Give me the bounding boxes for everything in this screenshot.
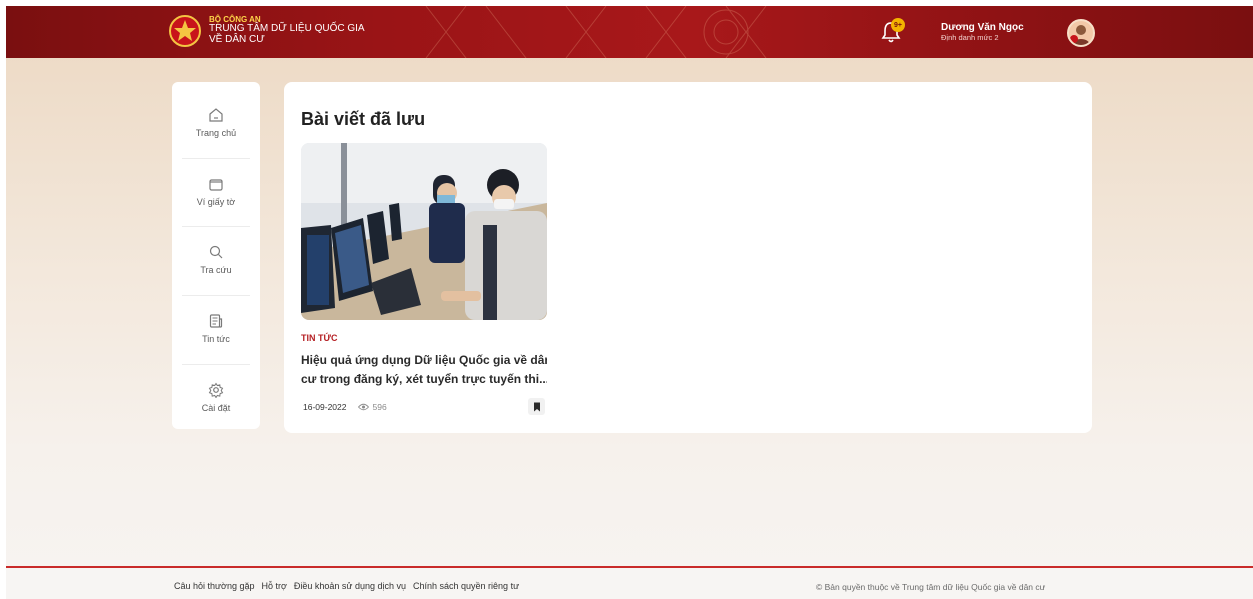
bookmark-button[interactable] xyxy=(528,398,545,415)
home-icon xyxy=(209,107,223,122)
divider xyxy=(182,364,250,365)
user-info[interactable]: Dương Văn Ngọc Định danh mức 2 xyxy=(941,22,1024,42)
bookmark-icon xyxy=(533,402,540,411)
notification-badge: 9+ xyxy=(891,18,905,32)
eye-icon xyxy=(358,403,370,411)
footer-links: Câu hỏi thường gặp Hỗ trợ Điều khoản sử … xyxy=(174,581,526,591)
sidebar-item-settings[interactable]: Cài đặt xyxy=(182,367,250,427)
page-title: Bài viết đã lưu xyxy=(301,109,426,129)
sidebar-item-label: Trang chủ xyxy=(195,127,237,138)
footer-link-privacy[interactable]: Chính sách quyền riêng tư xyxy=(413,581,519,591)
divider xyxy=(182,158,250,159)
article-category[interactable]: TIN TỨC xyxy=(301,333,337,343)
sidebar-item-lookup[interactable]: Tra cứu xyxy=(182,229,250,289)
article-title-line-1: Hiệu quả ứng dụng Dữ liệu Quốc gia về dâ… xyxy=(301,353,547,367)
article-thumbnail-image[interactable] xyxy=(301,143,547,320)
article-view-count: 596 xyxy=(372,402,387,412)
footer-link-faq[interactable]: Câu hỏi thường gặp xyxy=(174,581,254,591)
article-card[interactable]: TIN TỨC Hiệu quả ứng dụng Dữ liệu Quốc g… xyxy=(301,143,547,423)
sidebar-item-home[interactable]: Trang chủ xyxy=(182,92,250,152)
news-icon xyxy=(209,313,223,328)
top-header: BỘ CÔNG AN TRUNG TÂM DỮ LIỆU QUỐC GIA VỀ… xyxy=(6,6,1253,58)
sidebar-item-wallet[interactable]: Ví giấy tờ xyxy=(182,161,250,221)
brand-line-2: VỀ DÂN CƯ xyxy=(209,33,265,45)
sidebar-item-news[interactable]: Tin tức xyxy=(182,298,250,358)
app-frame: BỘ CÔNG AN TRUNG TÂM DỮ LIỆU QUỐC GIA VỀ… xyxy=(6,6,1253,599)
sidebar-item-label: Tra cứu xyxy=(200,264,232,275)
divider xyxy=(182,226,250,227)
article-date: 16-09-2022 xyxy=(303,402,347,412)
sidebar-item-label: Tin tức xyxy=(202,333,230,344)
wallet-icon xyxy=(209,178,223,191)
saved-articles-panel: Bài viết đã lưu TIN TỨC Hiệu quả ứng dụn… xyxy=(284,82,1092,433)
article-meta: 16-09-2022 596 xyxy=(303,402,387,412)
gear-icon xyxy=(208,382,224,398)
footer: Câu hỏi thường gặp Hỗ trợ Điều khoản sử … xyxy=(6,566,1253,599)
article-views: 596 xyxy=(358,402,387,412)
footer-link-terms[interactable]: Điều khoản sử dụng dịch vụ xyxy=(294,581,406,591)
avatar[interactable] xyxy=(1067,19,1095,47)
copyright-text: © Bản quyền thuộc về Trung tâm dữ liệu Q… xyxy=(816,582,1046,592)
sidebar-item-label: Ví giấy tờ xyxy=(196,196,236,207)
user-level: Định danh mức 2 xyxy=(941,32,999,42)
brand-title[interactable]: BỘ CÔNG AN TRUNG TÂM DỮ LIỆU QUỐC GIA VỀ… xyxy=(209,15,365,45)
sidebar: Trang chủ Ví giấy tờ Tra cứu Tin tức Cài… xyxy=(172,82,260,429)
article-title-line-2: cư trong đăng ký, xét tuyển trực tuyến t… xyxy=(301,372,547,386)
police-emblem-logo[interactable] xyxy=(168,14,202,48)
footer-link-support[interactable]: Hỗ trợ xyxy=(261,581,286,591)
search-icon xyxy=(209,245,223,258)
divider xyxy=(182,295,250,296)
article-title[interactable]: Hiệu quả ứng dụng Dữ liệu Quốc gia về dâ… xyxy=(301,351,547,389)
user-name: Dương Văn Ngọc xyxy=(941,22,1024,33)
sidebar-item-label: Cài đặt xyxy=(201,402,231,413)
avatar-icon xyxy=(1070,25,1090,45)
